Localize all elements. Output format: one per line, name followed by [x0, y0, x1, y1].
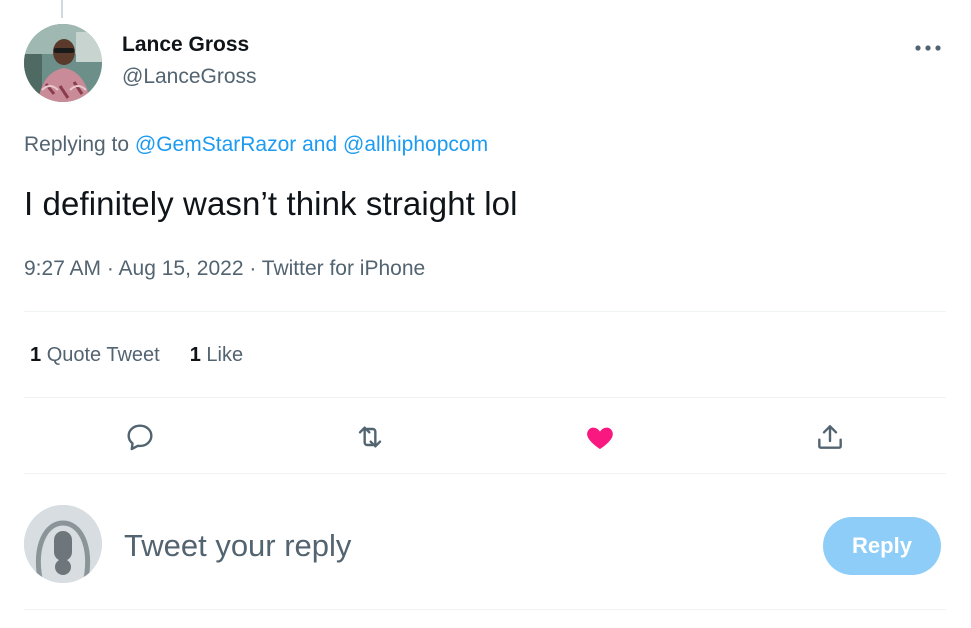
tweet-actions — [24, 414, 946, 460]
mention-link-2[interactable]: @allhiphopcom — [343, 133, 488, 156]
tweet-stats: 1 Quote Tweet 1 Like — [30, 340, 243, 370]
tweet-text: I definitely wasn’t think straight lol — [24, 185, 518, 222]
like-label: Like — [206, 344, 244, 366]
share-icon[interactable] — [812, 419, 848, 455]
mention-link-1[interactable]: @GemStarRazor — [135, 133, 296, 156]
default-avatar-icon — [24, 505, 102, 583]
retweet-icon[interactable] — [352, 419, 388, 455]
reply-button[interactable]: Reply — [823, 517, 941, 575]
like-stat[interactable]: 1 Like — [190, 340, 243, 370]
tweet-header: Lance Gross @LanceGross — [24, 22, 946, 104]
author-handle[interactable]: @LanceGross — [122, 64, 257, 90]
thread-connector-line — [61, 0, 63, 18]
replying-prefix: Replying to — [24, 133, 130, 156]
divider-top — [24, 311, 946, 312]
divider-middle — [24, 397, 946, 398]
heart-icon[interactable] — [582, 419, 618, 455]
mention-joiner[interactable]: and — [302, 133, 337, 156]
divider-bottom — [24, 473, 946, 474]
quote-tweet-stat[interactable]: 1 Quote Tweet — [30, 340, 160, 370]
reply-composer: Reply — [24, 504, 946, 584]
more-options-icon[interactable] — [914, 38, 942, 58]
divider-footer — [24, 609, 946, 610]
current-user-avatar[interactable] — [24, 505, 102, 583]
avatar[interactable] — [24, 24, 102, 102]
reply-icon[interactable] — [122, 419, 158, 455]
author-display-name[interactable]: Lance Gross — [122, 32, 257, 58]
like-count: 1 — [189, 344, 201, 366]
quote-count: 1 — [30, 344, 42, 366]
quote-label: Quote Tweet — [46, 344, 160, 366]
author-photo — [24, 24, 102, 102]
tweet-metadata[interactable]: 9:27 AM · Aug 15, 2022 · Twitter for iPh… — [24, 254, 425, 284]
replying-to-line: Replying to @GemStarRazor and @allhiphop… — [24, 131, 488, 159]
reply-input[interactable] — [124, 526, 744, 566]
